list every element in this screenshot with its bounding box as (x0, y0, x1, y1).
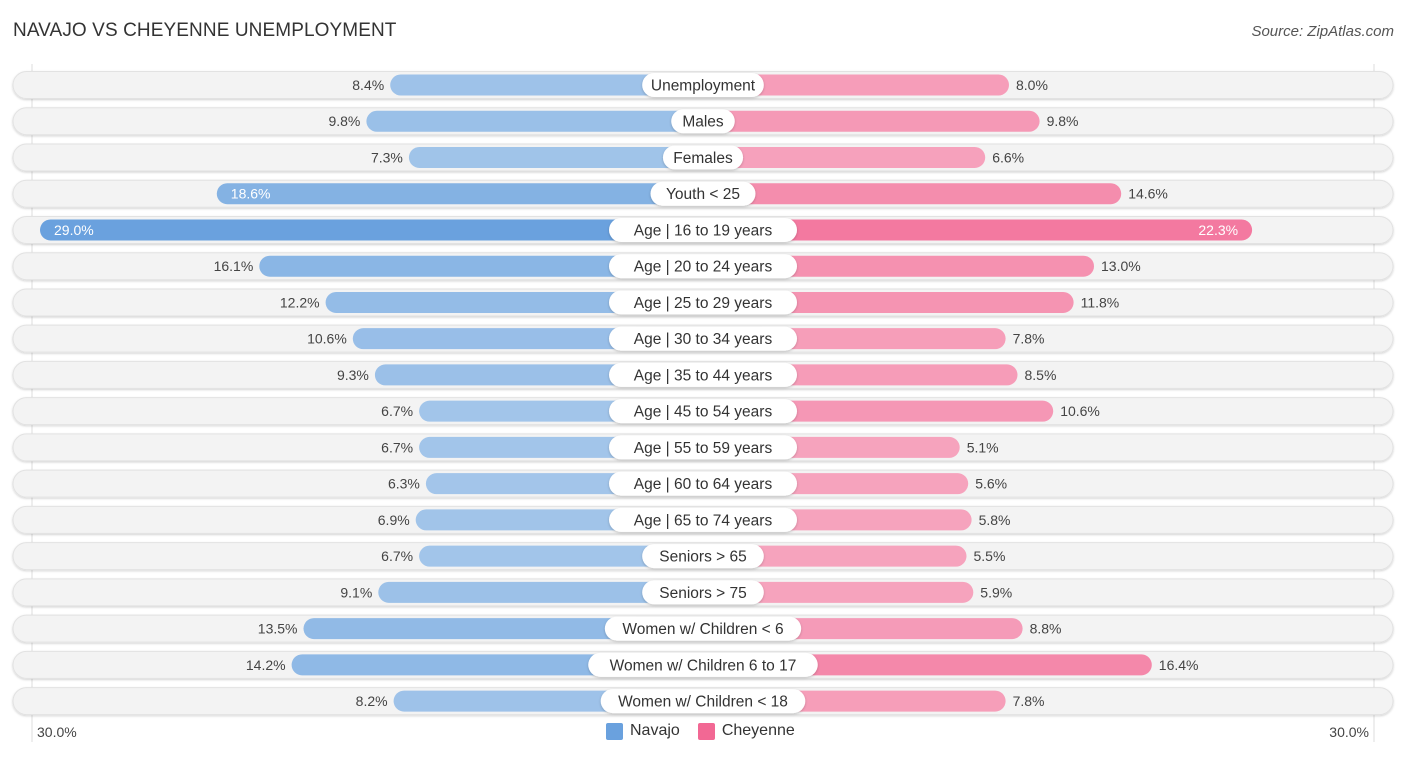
value-label-navajo: 8.4% (352, 77, 384, 93)
value-label-navajo: 6.7% (381, 403, 413, 419)
category-label: Women w/ Children < 18 (618, 694, 788, 711)
chart-row: 10.6% 7.8% Age | 30 to 34 years (12, 324, 1394, 353)
category-label: Age | 35 to 44 years (634, 367, 773, 384)
chart-row: 6.7% 5.5% Seniors > 65 (12, 542, 1394, 571)
value-label-navajo: 29.0% (54, 222, 94, 238)
value-label-cheyenne: 14.6% (1128, 186, 1168, 202)
legend-swatch-navajo (606, 722, 623, 740)
value-label-cheyenne: 5.6% (975, 476, 1007, 492)
category-label: Age | 60 to 64 years (634, 476, 773, 493)
value-label-cheyenne: 16.4% (1159, 657, 1199, 673)
value-label-cheyenne: 10.6% (1060, 403, 1100, 419)
bar-navajo[interactable] (366, 110, 703, 132)
value-label-navajo: 6.7% (381, 439, 413, 455)
chart-row: 14.2% 16.4% Women w/ Children 6 to 17 (12, 650, 1394, 679)
value-label-cheyenne: 5.5% (974, 548, 1006, 564)
category-label: Age | 25 to 29 years (634, 295, 773, 312)
value-label-cheyenne: 7.8% (1013, 693, 1045, 709)
value-label-cheyenne: 5.8% (979, 512, 1011, 528)
category-label: Youth < 25 (666, 186, 740, 203)
category-label: Males (682, 114, 724, 131)
value-label-navajo: 9.1% (340, 584, 372, 600)
value-label-navajo: 16.1% (214, 258, 254, 274)
chart-row: 9.3% 8.5% Age | 35 to 44 years (12, 360, 1394, 389)
value-label-navajo: 7.3% (371, 149, 403, 165)
bar-cheyenne[interactable] (703, 183, 1122, 205)
chart-row: 13.5% 8.8% Women w/ Children < 6 (12, 614, 1394, 643)
value-label-cheyenne: 13.0% (1101, 258, 1141, 274)
value-label-cheyenne: 6.6% (992, 149, 1024, 165)
legend-label-navajo: Navajo (630, 722, 680, 739)
category-label: Seniors > 75 (659, 585, 746, 602)
value-label-navajo: 10.6% (307, 331, 347, 347)
axis-label-right: 30.0% (1329, 724, 1369, 740)
legend-label-cheyenne: Cheyenne (721, 722, 795, 739)
category-label: Seniors > 65 (659, 549, 746, 566)
value-label-cheyenne: 8.0% (1016, 77, 1048, 93)
chart-row: 6.3% 5.6% Age | 60 to 64 years (12, 469, 1394, 498)
chart-row: 12.2% 11.8% Age | 25 to 29 years (12, 288, 1394, 317)
chart-row: 29.0% 22.3% Age | 16 to 19 years (12, 215, 1394, 244)
value-label-cheyenne: 7.8% (1013, 331, 1045, 347)
value-label-navajo: 6.3% (388, 476, 420, 492)
category-label: Age | 20 to 24 years (634, 259, 773, 276)
category-label: Age | 45 to 54 years (634, 404, 773, 421)
value-label-navajo: 6.9% (378, 512, 410, 528)
chart-row: 8.4% 8.0% Unemployment (12, 71, 1394, 99)
value-label-cheyenne: 22.3% (1198, 222, 1238, 238)
chart-row: 7.3% 6.6% Females (12, 143, 1394, 172)
value-label-navajo: 9.3% (337, 367, 369, 383)
category-label: Age | 16 to 19 years (634, 222, 773, 239)
value-label-navajo: 13.5% (258, 621, 298, 637)
category-label: Women w/ Children < 6 (622, 621, 783, 638)
chart-row: 18.6% 14.6% Youth < 25 (12, 179, 1394, 208)
category-label: Age | 65 to 74 years (634, 512, 773, 529)
value-label-navajo: 8.2% (356, 693, 388, 709)
value-label-navajo: 12.2% (280, 294, 320, 310)
value-label-cheyenne: 5.1% (967, 439, 999, 455)
chart-row: 16.1% 13.0% Age | 20 to 24 years (12, 252, 1394, 281)
chart-canvas: 8.4% 8.0% Unemployment 9.8% 9.8% Males 7.3% 6.6… (12, 64, 1394, 742)
legend-item-navajo[interactable]: Navajo (606, 722, 680, 740)
category-label: Age | 30 to 34 years (634, 331, 773, 348)
chart-row: 6.7% 10.6% Age | 45 to 54 years (12, 397, 1394, 426)
axis-label-left: 30.0% (37, 724, 77, 740)
category-label: Age | 55 to 59 years (634, 440, 773, 457)
bar-cheyenne[interactable] (703, 146, 986, 168)
bar-navajo[interactable] (40, 219, 703, 241)
value-label-cheyenne: 8.5% (1025, 367, 1057, 383)
chart-row: 9.1% 5.9% Seniors > 75 (12, 578, 1394, 607)
value-label-navajo: 18.6% (231, 186, 271, 202)
legend-item-cheyenne[interactable]: Cheyenne (697, 722, 795, 740)
chart-row: 8.2% 7.8% Women w/ Children < 18 (12, 687, 1394, 716)
legend: Navajo Cheyenne (606, 722, 813, 740)
bar-navajo[interactable] (216, 183, 704, 205)
value-label-cheyenne: 8.8% (1030, 621, 1062, 637)
value-label-navajo: 9.8% (328, 113, 360, 129)
legend-swatch-cheyenne (697, 722, 715, 740)
value-label-navajo: 6.7% (381, 548, 413, 564)
chart-row: 9.8% 9.8% Males (12, 107, 1394, 136)
chart-row: 6.7% 5.1% Age | 55 to 59 years (12, 433, 1394, 462)
category-label: Women w/ Children 6 to 17 (610, 657, 797, 674)
bar-navajo[interactable] (408, 146, 703, 168)
value-label-navajo: 14.2% (246, 657, 286, 673)
value-label-cheyenne: 5.9% (980, 584, 1012, 600)
category-label: Females (673, 150, 733, 167)
value-label-cheyenne: 9.8% (1047, 113, 1079, 129)
chart-row: 6.9% 5.8% Age | 65 to 74 years (12, 505, 1394, 534)
bar-cheyenne[interactable] (703, 110, 1040, 132)
category-label: Unemployment (651, 78, 756, 95)
value-label-cheyenne: 11.8% (1081, 294, 1120, 310)
